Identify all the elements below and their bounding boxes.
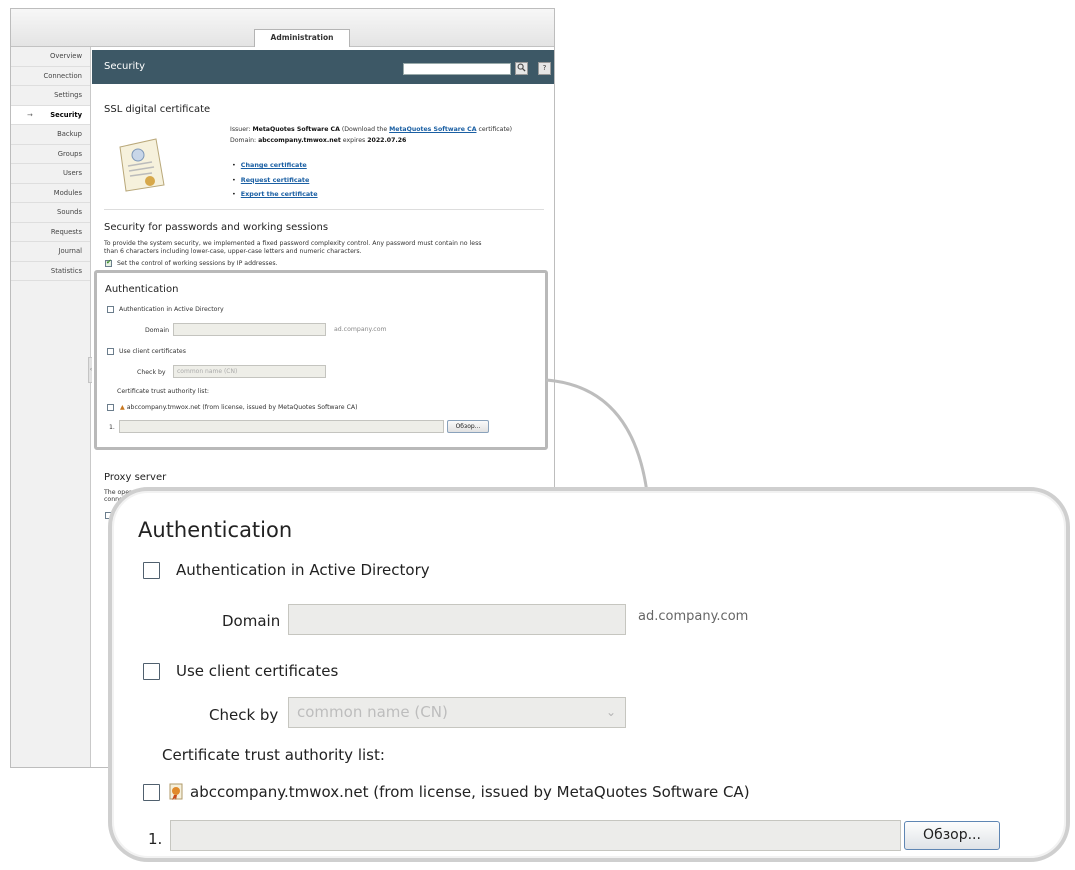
ssl-section-title: SSL digital certificate	[104, 104, 211, 115]
trust-item-small: ▲ abccompany.tmwox.net (from license, is…	[120, 403, 358, 412]
change-certificate-link[interactable]: Change certificate	[241, 161, 307, 169]
help-button[interactable]: ?	[538, 62, 551, 75]
check-by-select-small[interactable]: common name (CN)	[173, 365, 326, 378]
issuer-label: Issuer:	[230, 126, 251, 133]
domain-hint-small: ad.company.com	[334, 326, 387, 333]
trust-list-label: Certificate trust authority list:	[162, 746, 385, 764]
issuer-name: MetaQuotes Software CA	[252, 126, 340, 133]
ip-control-label: Set the control of working sessions by I…	[117, 260, 278, 267]
sidebar-item-users[interactable]: Users	[11, 164, 90, 184]
trust-list-label-small: Certificate trust authority list:	[117, 388, 209, 395]
tab-bar: Administration	[11, 9, 554, 47]
trust-item-checkbox[interactable]	[143, 784, 160, 801]
request-certificate-item: Request certificate	[232, 173, 318, 188]
download-ca-link[interactable]: MetaQuotes Software CA	[389, 126, 476, 133]
sidebar-item-statistics[interactable]: Statistics	[11, 262, 90, 281]
ad-checkbox[interactable]	[143, 562, 160, 579]
ad-label-small: Authentication in Active Directory	[119, 306, 224, 313]
sidebar-item-settings[interactable]: Settings	[11, 86, 90, 106]
domain-label-small: Domain	[145, 327, 170, 334]
domain-hint: ad.company.com	[638, 609, 749, 624]
domain-label: Domain:	[230, 137, 257, 144]
trust-item-label-small: abccompany.tmwox.net (from license, issu…	[126, 404, 358, 411]
tab-administration[interactable]: Administration	[254, 29, 350, 47]
sidebar-item-overview[interactable]: Overview	[11, 47, 90, 67]
trust-item-checkbox-small[interactable]	[107, 404, 114, 411]
sidebar-item-journal[interactable]: Journal	[11, 242, 90, 262]
search-icon	[517, 63, 526, 72]
sidebar-item-requests[interactable]: Requests	[11, 223, 90, 242]
export-certificate-item: Export the certificate	[232, 187, 318, 202]
section-header: Security ?	[92, 50, 554, 84]
domain-value: abccompany.tmwox.net	[258, 137, 341, 144]
check-by-label-small: Check by	[137, 369, 166, 376]
search-input[interactable]	[403, 63, 511, 75]
passwords-section-title: Security for passwords and working sessi…	[104, 222, 329, 233]
check-by-select[interactable]: common name (CN) ⌄	[288, 697, 626, 728]
client-certs-label-small: Use client certificates	[119, 348, 186, 355]
sidebar-item-security[interactable]: Security	[11, 105, 90, 125]
divider	[104, 209, 544, 210]
change-certificate-item: Change certificate	[232, 158, 318, 173]
ad-label: Authentication in Active Directory	[176, 561, 430, 579]
certificate-icon	[119, 138, 165, 192]
sidebar-item-modules[interactable]: Modules	[11, 184, 90, 203]
browse-button[interactable]: Обзор...	[904, 821, 1000, 850]
proxy-section-title: Proxy server	[104, 472, 167, 483]
domain-label: Domain	[222, 612, 281, 630]
certificate-warning-icon	[169, 783, 183, 800]
issuer-download-text: (Download the	[341, 126, 388, 133]
sidebar-item-sounds[interactable]: Sounds	[11, 203, 90, 223]
sidebar-item-groups[interactable]: Groups	[11, 145, 90, 164]
trust-item-label: abccompany.tmwox.net (from license, issu…	[190, 783, 750, 801]
domain-input-small[interactable]	[173, 323, 326, 336]
passwords-description-line-2: than 6 characters including lower-case, …	[104, 248, 362, 255]
expires-date: 2022.07.26	[367, 137, 407, 144]
search-button[interactable]	[515, 62, 528, 75]
issuer-certificate-text: certificate)	[478, 126, 513, 133]
authentication-callout: Authentication Authentication in Active …	[108, 487, 1070, 862]
domain-input[interactable]	[288, 604, 626, 635]
check-by-label: Check by	[209, 706, 279, 724]
ip-control-checkbox[interactable]	[105, 258, 112, 267]
request-certificate-link[interactable]: Request certificate	[241, 176, 310, 184]
sidebar-item-backup[interactable]: Backup	[11, 125, 90, 145]
file-input-small[interactable]	[119, 420, 444, 433]
browse-button-small[interactable]: Обзор...	[447, 420, 489, 433]
authentication-panel-small: Authentication Authentication in Active …	[94, 270, 548, 450]
client-certs-checkbox[interactable]	[143, 663, 160, 680]
certificate-actions: Change certificate Request certificate E…	[232, 158, 318, 202]
client-certs-label: Use client certificates	[176, 662, 339, 680]
page-title: Security	[104, 61, 146, 72]
row-number: 1.	[148, 830, 163, 848]
ad-checkbox-small[interactable]	[107, 306, 114, 313]
client-certs-checkbox-small[interactable]	[107, 348, 114, 355]
chevron-down-icon: ⌄	[605, 705, 616, 719]
sidebar-item-connection[interactable]: Connection	[11, 67, 90, 86]
sidebar: Overview Connection Settings Security Ba…	[11, 47, 91, 767]
auth-title-small: Authentication	[105, 284, 179, 295]
expires-label: expires	[342, 137, 366, 144]
row-number-small: 1.	[109, 424, 115, 431]
auth-title: Authentication	[138, 518, 293, 542]
check-by-value: common name (CN)	[297, 703, 448, 721]
ssl-issuer-line: Issuer: MetaQuotes Software CA (Download…	[230, 125, 512, 134]
certificate-warning-icon-small: ▲	[120, 404, 125, 411]
export-certificate-link[interactable]: Export the certificate	[241, 190, 318, 198]
file-input[interactable]	[170, 820, 901, 851]
ssl-domain-line: Domain: abccompany.tmwox.net expires 202…	[230, 136, 406, 145]
